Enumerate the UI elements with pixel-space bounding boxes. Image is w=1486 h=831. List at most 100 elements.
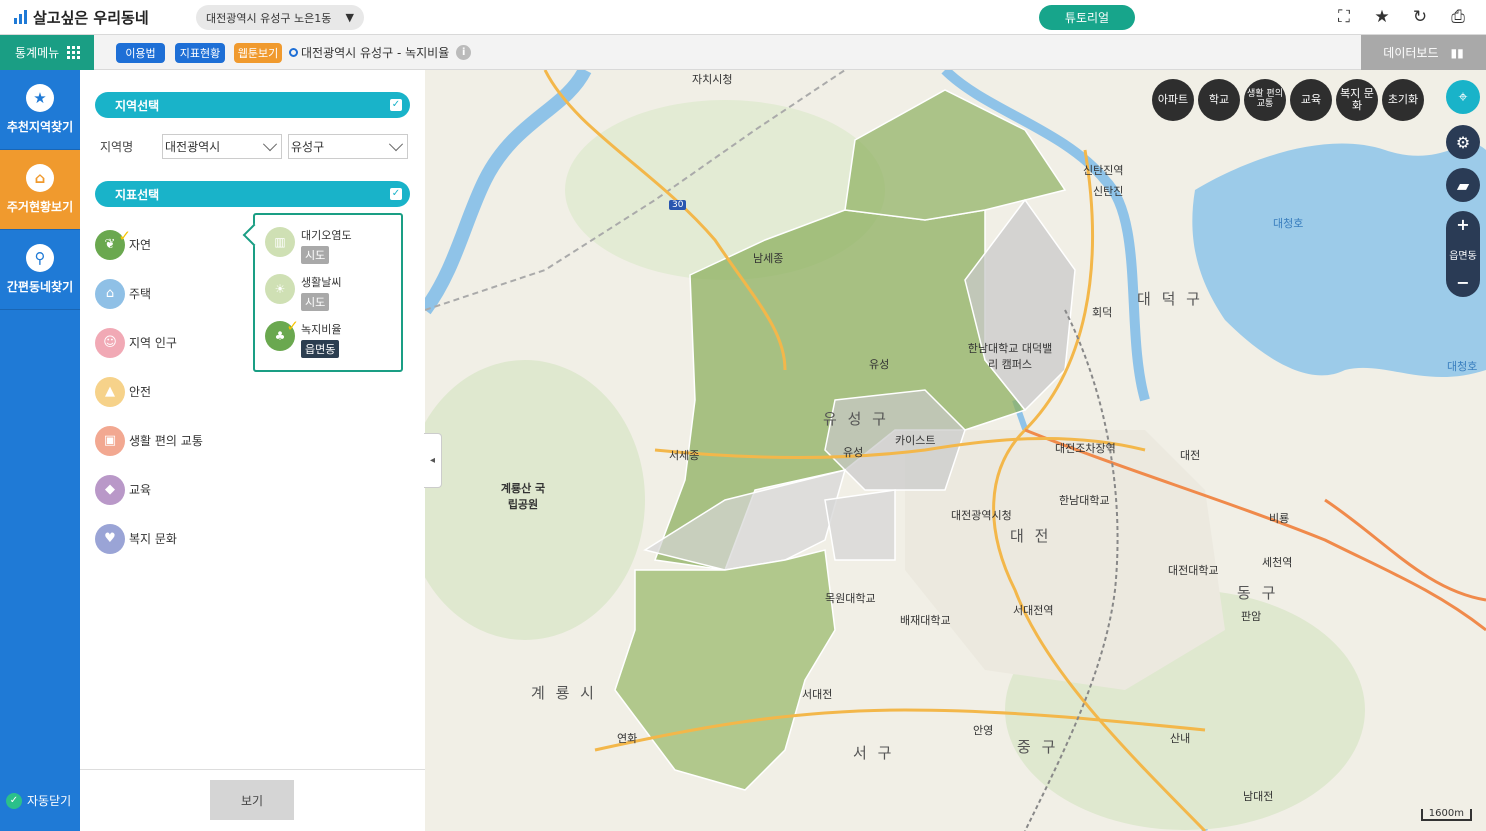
bar-chart-icon (14, 10, 27, 24)
map-label: 배재대학교 (900, 614, 951, 627)
sub-indicator-green[interactable]: ♣ ✓ 녹지비율 읍면동 (265, 317, 342, 358)
map-label: 대 전 (1010, 527, 1052, 545)
databoard-button[interactable]: 데이터보드 ▮▮ (1361, 35, 1486, 70)
tutorial-button[interactable]: 튜토리얼 (1039, 5, 1135, 30)
map-label: 산내 (1170, 732, 1191, 745)
location-pin-icon[interactable]: ⌖ (1446, 80, 1480, 114)
map-scale: 1600m (1420, 809, 1472, 821)
view-button[interactable]: 보기 (210, 780, 294, 820)
info-icon[interactable]: i (456, 45, 472, 60)
indicator-label: 안전 (129, 385, 152, 399)
panel-footer: 보기 (80, 769, 425, 831)
indicator-education[interactable]: ◆ 교육 (95, 465, 203, 514)
poi-education-button[interactable]: 교육 (1290, 79, 1332, 121)
indicator-housing[interactable]: ⌂ 주택 (95, 269, 203, 318)
sub-indicator-air[interactable]: ▥ 대기오염도 시도 (265, 227, 352, 264)
indicator-safety[interactable]: ▲ 안전 (95, 367, 203, 416)
region-row: 지역명 대전광역시 유성구 (100, 134, 408, 159)
map-label: 안영 (973, 724, 994, 737)
nav-housing-status[interactable]: ⌂ 주거현황보기 (0, 150, 80, 230)
tree-icon: ♣ ✓ (265, 317, 299, 351)
autoclose-label: 자동닫기 (27, 794, 72, 808)
indicator-label: 주택 (129, 287, 152, 301)
indicator-convenience[interactable]: ▣ 생활 편의 교통 (95, 416, 203, 465)
indicator-label: 지역 인구 (129, 336, 177, 350)
stats-menu-label: 통계메뉴 (15, 46, 60, 60)
map-label: 대청호 (1447, 360, 1478, 373)
map-label: 계룡산 국립공원 (500, 482, 546, 511)
indicator-section-header[interactable]: 지표선택 ✓ (95, 181, 410, 207)
scope-tag: 시도 (301, 246, 330, 264)
top-header: 살고싶은 우리동네 대전광역시 유성구 노은1동 ▼ 튜토리얼 ⛶ ★ ↻ ⎙ (0, 0, 1486, 35)
sub-indicator-label: 녹지비율 (301, 323, 342, 336)
highway-shield: 30 (669, 200, 687, 210)
indicator-label: 생활 편의 교통 (129, 434, 203, 448)
app-logo[interactable]: 살고싶은 우리동네 (14, 6, 149, 28)
layers-icon[interactable]: ▰ (1446, 168, 1480, 202)
map-label: 서대전 (802, 688, 833, 701)
zoom-in-button[interactable]: + (1456, 217, 1469, 233)
indicator-label: 교육 (129, 483, 152, 497)
map-label: 남세종 (753, 252, 784, 265)
sub-indicator-weather[interactable]: ☀ 생활날씨 시도 (265, 274, 341, 311)
chevron-down-icon (262, 136, 278, 151)
dropdown-arrow-icon: ▼ (345, 11, 354, 24)
search-icon: ⚲ (26, 244, 54, 272)
nav-label: 추천지역찾기 (6, 120, 74, 134)
indicator-nature[interactable]: ❦ ✓ 자연 (95, 220, 203, 269)
poi-convenience-button[interactable]: 생활 편의 교통 (1244, 79, 1286, 121)
indicator-welfare[interactable]: ♥ 복지 문화 (95, 514, 203, 563)
sub-indicator-label: 대기오염도 (301, 229, 352, 242)
chevron-down-icon (388, 136, 404, 151)
refresh-icon[interactable]: ↻ (1410, 7, 1430, 27)
location-select-value: 대전광역시 유성구 노은1동 (206, 11, 332, 25)
panel-collapse-handle[interactable]: ◂ (424, 433, 442, 488)
map-label: 자치시청 (692, 73, 733, 86)
check-icon: ✓ (286, 317, 299, 335)
map-canvas (425, 70, 1486, 831)
map-label: 카이스트 (895, 434, 936, 447)
usage-button[interactable]: 이용법 (116, 43, 165, 63)
nav-easy-search[interactable]: ⚲ 간편동네찾기 (0, 230, 80, 310)
location-select[interactable]: 대전광역시 유성구 노은1동 ▼ (196, 5, 364, 30)
webtoon-button[interactable]: 웹툰보기 (234, 43, 282, 63)
location-dot-icon (289, 48, 298, 57)
indicator-panel: 지역선택 ✓ 지역명 대전광역시 유성구 지표선택 ✓ ❦ ✓ 자연 ⌂ 주택 ☺… (80, 70, 425, 831)
sub-toolbar: 통계메뉴 이용법 지표현황 웹툰보기 대전광역시 유성구 - 녹지비율 i 데이… (0, 35, 1486, 70)
chart-icon: ▮▮ (1450, 45, 1464, 60)
nav-recommend-area[interactable]: ★ 추천지역찾기 (0, 70, 80, 150)
map-label: 중 구 (1017, 738, 1059, 756)
fullscreen-icon[interactable]: ⛶ (1334, 7, 1354, 27)
zoom-out-button[interactable]: − (1456, 275, 1469, 291)
indicator-label: 자연 (129, 238, 152, 252)
indicator-population[interactable]: ☺ 지역 인구 (95, 318, 203, 367)
region-section-header[interactable]: 지역선택 ✓ (95, 92, 410, 118)
map-label: 유성 (869, 358, 890, 371)
poi-apartment-button[interactable]: 아파트 (1152, 79, 1194, 121)
databoard-label: 데이터보드 (1383, 46, 1439, 60)
stats-menu-button[interactable]: 통계메뉴 (0, 35, 94, 70)
poi-school-button[interactable]: 학교 (1198, 79, 1240, 121)
print-icon[interactable]: ⎙ (1448, 7, 1468, 27)
map-label: 대청호 (1273, 217, 1304, 230)
sido-select[interactable]: 대전광역시 (162, 134, 282, 159)
sigungu-select[interactable]: 유성구 (288, 134, 408, 159)
poi-button-group: 아파트 학교 생활 편의 교통 교육 복지 문화 초기화 (1152, 79, 1424, 121)
map-label: 유 성 구 (823, 410, 889, 428)
lake (1192, 143, 1486, 378)
autoclose-toggle[interactable]: ✓ 자동닫기 (6, 792, 71, 809)
zoom-level-label: 읍면동 (1449, 250, 1477, 262)
map-label: 판암 (1241, 610, 1262, 623)
poi-welfare-button[interactable]: 복지 문화 (1336, 79, 1378, 121)
person-icon: ☺ (95, 327, 125, 358)
map-label: 서세종 (669, 449, 700, 462)
indicator-section-checkbox[interactable]: ✓ (390, 188, 402, 200)
star-icon[interactable]: ★ (1372, 7, 1392, 27)
check-icon: ✓ (118, 226, 131, 245)
map-view[interactable]: 자치시청 신탄진역 신탄진 남세종 대청호 대 덕 구 회덕 한남대학교 대덕밸… (425, 70, 1486, 831)
poi-reset-button[interactable]: 초기화 (1382, 79, 1424, 121)
region-section-checkbox[interactable]: ✓ (390, 99, 402, 111)
indicator-status-button[interactable]: 지표현황 (175, 43, 225, 63)
gear-icon[interactable]: ⚙ (1446, 125, 1480, 159)
map-label: 세천역 (1262, 556, 1293, 569)
